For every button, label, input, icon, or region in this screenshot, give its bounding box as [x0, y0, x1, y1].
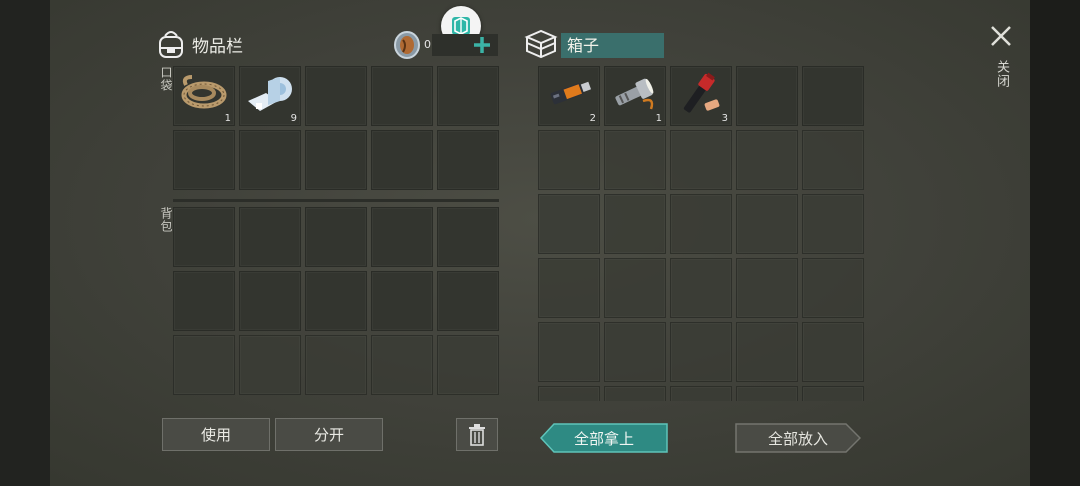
box-icon: [524, 29, 558, 59]
close-label[interactable]: 关闭: [992, 60, 1011, 88]
backpack-slot[interactable]: [239, 207, 301, 267]
close-icon[interactable]: [989, 24, 1013, 48]
section-divider: [173, 199, 499, 202]
trash-icon: [469, 423, 485, 446]
put-all-label: 全部放入: [767, 429, 828, 448]
box-slot[interactable]: [736, 66, 798, 126]
backpack-slot[interactable]: [371, 207, 433, 267]
box-slot[interactable]: [604, 386, 666, 401]
box-slot[interactable]: 1: [604, 66, 666, 126]
box-slot[interactable]: [604, 194, 666, 254]
box-slot[interactable]: [736, 258, 798, 318]
backpack-slot[interactable]: [371, 271, 433, 331]
box-slot[interactable]: 2: [538, 66, 600, 126]
flare-icon: [683, 72, 720, 113]
inventory-title: 物品栏: [192, 36, 243, 57]
rope-icon: [181, 75, 227, 109]
backpack-slot[interactable]: [173, 271, 235, 331]
box-slot[interactable]: [802, 322, 864, 382]
box-name-field[interactable]: 箱子: [561, 33, 664, 58]
coin-icon: [394, 31, 420, 59]
box-slot[interactable]: [802, 130, 864, 190]
box-slot[interactable]: [736, 194, 798, 254]
box-slot[interactable]: [538, 322, 600, 382]
box-slot[interactable]: [802, 194, 864, 254]
box-slot[interactable]: [538, 386, 600, 401]
inventory-header: 物品栏: [156, 28, 243, 60]
box-slot[interactable]: [802, 258, 864, 318]
box-slot[interactable]: [802, 386, 864, 401]
box-slot[interactable]: [538, 258, 600, 318]
take-all-label: 全部拿上: [573, 429, 634, 448]
backpack-slot[interactable]: [437, 207, 499, 267]
box-slot[interactable]: [736, 322, 798, 382]
bandage-icon: [248, 77, 292, 111]
put-all-button[interactable]: 全部放入: [735, 423, 861, 453]
pocket-slot[interactable]: [371, 66, 433, 126]
pocket-grid: 1 9: [173, 66, 499, 190]
item-quantity: 2: [589, 113, 596, 124]
screen-edge-left: [0, 0, 50, 486]
box-slot[interactable]: [736, 386, 798, 401]
item-quantity: 9: [290, 113, 297, 124]
pocket-slot[interactable]: [239, 130, 301, 190]
take-all-button[interactable]: 全部拿上: [540, 423, 668, 453]
box-slot[interactable]: 3: [670, 66, 732, 126]
box-slot[interactable]: [538, 194, 600, 254]
backpack-grid: [173, 207, 499, 395]
pocket-slot[interactable]: [305, 66, 367, 126]
backpack-slot[interactable]: [173, 207, 235, 267]
flashlight-icon: [615, 78, 654, 110]
box-slot[interactable]: [670, 194, 732, 254]
trash-button[interactable]: [456, 418, 498, 451]
coin-count: 0: [424, 38, 431, 51]
box-slot[interactable]: [604, 322, 666, 382]
box-slot[interactable]: [670, 258, 732, 318]
pocket-slot[interactable]: [173, 130, 235, 190]
pocket-slot[interactable]: 9: [239, 66, 301, 126]
add-coins-button[interactable]: [471, 34, 493, 56]
backpack-slot[interactable]: [371, 335, 433, 395]
backpack-slot[interactable]: [239, 335, 301, 395]
backpack-slot[interactable]: [437, 335, 499, 395]
pocket-slot[interactable]: 1: [173, 66, 235, 126]
box-grid: 2 1 3: [538, 66, 864, 401]
usb-drive-icon: [550, 81, 592, 105]
pocket-slot[interactable]: [437, 66, 499, 126]
box-slot[interactable]: [802, 66, 864, 126]
backpack-slot[interactable]: [305, 207, 367, 267]
item-quantity: 1: [224, 113, 231, 124]
backpack-icon: [159, 31, 183, 58]
box-slot[interactable]: [670, 130, 732, 190]
pocket-slot[interactable]: [371, 130, 433, 190]
backpack-slot[interactable]: [173, 335, 235, 395]
box-slot[interactable]: [604, 130, 666, 190]
backpack-slot[interactable]: [239, 271, 301, 331]
backpack-slot[interactable]: [305, 271, 367, 331]
screen-edge-right: [1030, 0, 1080, 486]
box-slot[interactable]: [670, 322, 732, 382]
use-button[interactable]: 使用: [162, 418, 270, 451]
item-quantity: 3: [721, 113, 728, 124]
backpack-slot[interactable]: [437, 271, 499, 331]
item-quantity: 1: [655, 113, 662, 124]
box-slot[interactable]: [538, 130, 600, 190]
pocket-slot[interactable]: [305, 130, 367, 190]
backpack-slot[interactable]: [305, 335, 367, 395]
box-slot[interactable]: [670, 386, 732, 401]
box-slot[interactable]: [604, 258, 666, 318]
split-button[interactable]: 分开: [275, 418, 383, 451]
pocket-slot[interactable]: [437, 130, 499, 190]
box-slot[interactable]: [736, 130, 798, 190]
